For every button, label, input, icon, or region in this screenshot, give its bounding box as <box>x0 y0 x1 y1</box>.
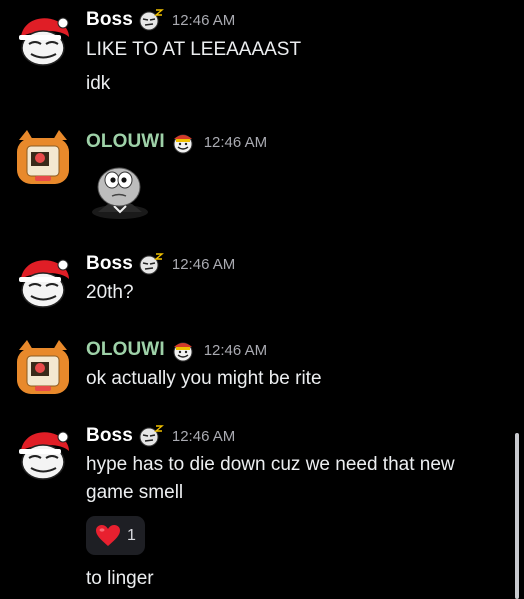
timestamp: 12:46 AM <box>203 341 268 359</box>
scrollbar[interactable] <box>515 433 519 599</box>
username[interactable]: Boss <box>86 253 133 275</box>
cat-pizza-avatar-icon <box>13 126 73 186</box>
olouwi-avatar[interactable] <box>13 336 73 396</box>
message-text: idk <box>86 73 111 94</box>
troll-face-santa-hat-icon <box>13 425 73 485</box>
username[interactable]: OLOUWI <box>86 131 165 153</box>
message-header: OLOUWI 12:46 AM <box>86 130 267 154</box>
timestamp: 12:46 AM <box>171 427 236 445</box>
timestamp: 12:46 AM <box>203 133 268 151</box>
message-text: LIKE TO AT LEEAAAAST <box>86 39 302 60</box>
googly-eyes-sticker-icon[interactable] <box>88 162 152 220</box>
party-face-badge-icon <box>170 338 196 362</box>
sleepy-emoji-badge-icon <box>138 424 164 448</box>
message-text: 20th? <box>86 282 134 303</box>
message-text: to linger <box>86 568 154 589</box>
message-text: hype has to die down cuz we need that ne… <box>86 454 455 475</box>
timestamp: 12:46 AM <box>171 11 236 29</box>
boss-avatar[interactable] <box>13 425 73 485</box>
reaction-button[interactable]: 1 <box>86 516 145 555</box>
message-header: Boss 12:46 AM <box>86 8 235 32</box>
boss-avatar[interactable] <box>13 11 73 71</box>
message-text: game smell <box>86 482 184 503</box>
timestamp: 12:46 AM <box>171 255 236 273</box>
message-header: OLOUWI 12:46 AM <box>86 338 267 362</box>
reaction-count: 1 <box>127 526 136 544</box>
red-heart-icon <box>95 524 121 548</box>
boss-avatar[interactable] <box>13 253 73 313</box>
sleepy-emoji-badge-icon <box>138 8 164 32</box>
message-header: Boss 12:46 AM <box>86 252 235 276</box>
username[interactable]: Boss <box>86 425 133 447</box>
username[interactable]: Boss <box>86 9 133 31</box>
username[interactable]: OLOUWI <box>86 339 165 361</box>
message-text: ok actually you might be rite <box>86 368 322 389</box>
party-face-badge-icon <box>170 130 196 154</box>
cat-pizza-avatar-icon <box>13 336 73 396</box>
troll-face-santa-hat-icon <box>13 253 73 313</box>
troll-face-santa-hat-icon <box>13 11 73 71</box>
olouwi-avatar[interactable] <box>13 126 73 186</box>
message-header: Boss 12:46 AM <box>86 424 235 448</box>
sleepy-emoji-badge-icon <box>138 252 164 276</box>
